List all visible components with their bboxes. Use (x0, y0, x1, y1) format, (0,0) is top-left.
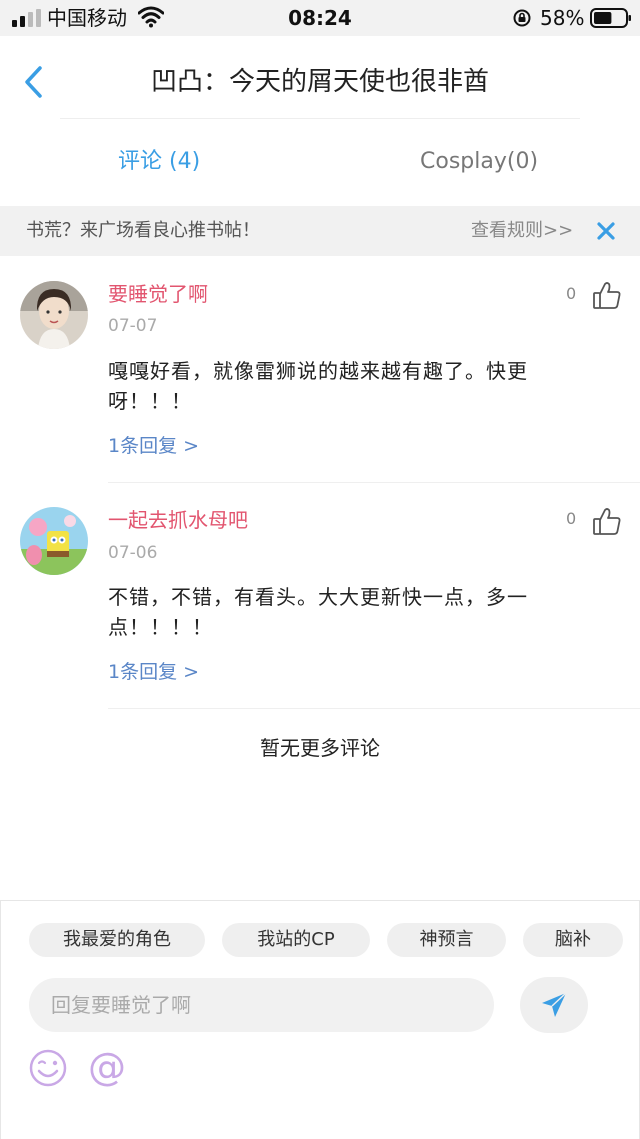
comment-divider (108, 482, 640, 483)
no-more-comments: 暂无更多评论 (260, 736, 380, 760)
header-divider (60, 118, 580, 119)
avatar[interactable] (20, 281, 88, 349)
battery-icon (590, 8, 631, 28)
comment-date: 07-06 (108, 543, 158, 563)
comment-username[interactable]: 要睡觉了啊 (108, 280, 208, 308)
battery-percent: 58% (540, 6, 585, 30)
comment-date: 07-07 (108, 316, 158, 336)
notice-bar: 书荒？来广场看良心推书帖！ 查看规则>> (0, 206, 640, 256)
tab-bar: 评论 (4) Cosplay(0) (0, 120, 640, 206)
comment-username[interactable]: 一起去抓水母吧 (108, 506, 248, 534)
reply-input[interactable] (29, 978, 494, 1032)
replies-link[interactable]: 1条回复 > (108, 658, 199, 686)
chevron-left-icon (25, 66, 42, 98)
header: 凹凸：今天的屑天使也很非酋 (0, 36, 640, 120)
close-icon[interactable] (596, 221, 616, 241)
page-title: 凹凸：今天的屑天使也很非酋 (150, 67, 489, 97)
mention-at-icon[interactable]: @ (85, 1046, 129, 1090)
tab-cosplay[interactable]: Cosplay(0) (420, 146, 538, 178)
quick-tag-chip[interactable]: 我最爱的角色 (29, 923, 205, 957)
comment-divider (108, 708, 640, 709)
rotation-lock-icon (513, 9, 531, 27)
quick-tag-chip[interactable]: 神预言 (387, 923, 506, 957)
thumbs-up-icon[interactable] (592, 280, 622, 310)
back-button[interactable] (20, 64, 50, 100)
replies-link[interactable]: 1条回复 > (108, 432, 199, 460)
view-rules-link[interactable]: 查看规则>> (471, 218, 573, 244)
comment-body: 嘎嘎好看，就像雷狮说的越来越有趣了。快更呀！！！ (108, 359, 528, 413)
tab-comments[interactable]: 评论 (4) (118, 146, 200, 178)
status-bar: 中国移动 08:24 58% (0, 0, 640, 36)
comment-body: 不错，不错，有看头。大大更新快一点，多一点！！！！ (108, 585, 528, 639)
like-count: 0 (566, 284, 577, 303)
like-count: 0 (566, 509, 577, 528)
thumbs-up-icon[interactable] (592, 506, 622, 536)
quick-tag-chip[interactable]: 脑补 (523, 923, 623, 957)
send-icon (542, 992, 567, 1017)
quick-tag-chip[interactable]: 我站的CP (222, 923, 370, 957)
avatar[interactable] (20, 507, 88, 575)
reply-composer: 我最爱的角色 我站的CP 神预言 脑补 @ (0, 900, 640, 1139)
emoji-icon[interactable] (28, 1048, 68, 1088)
send-button[interactable] (520, 977, 588, 1033)
notice-text: 书荒？来广场看良心推书帖！ (26, 220, 260, 241)
